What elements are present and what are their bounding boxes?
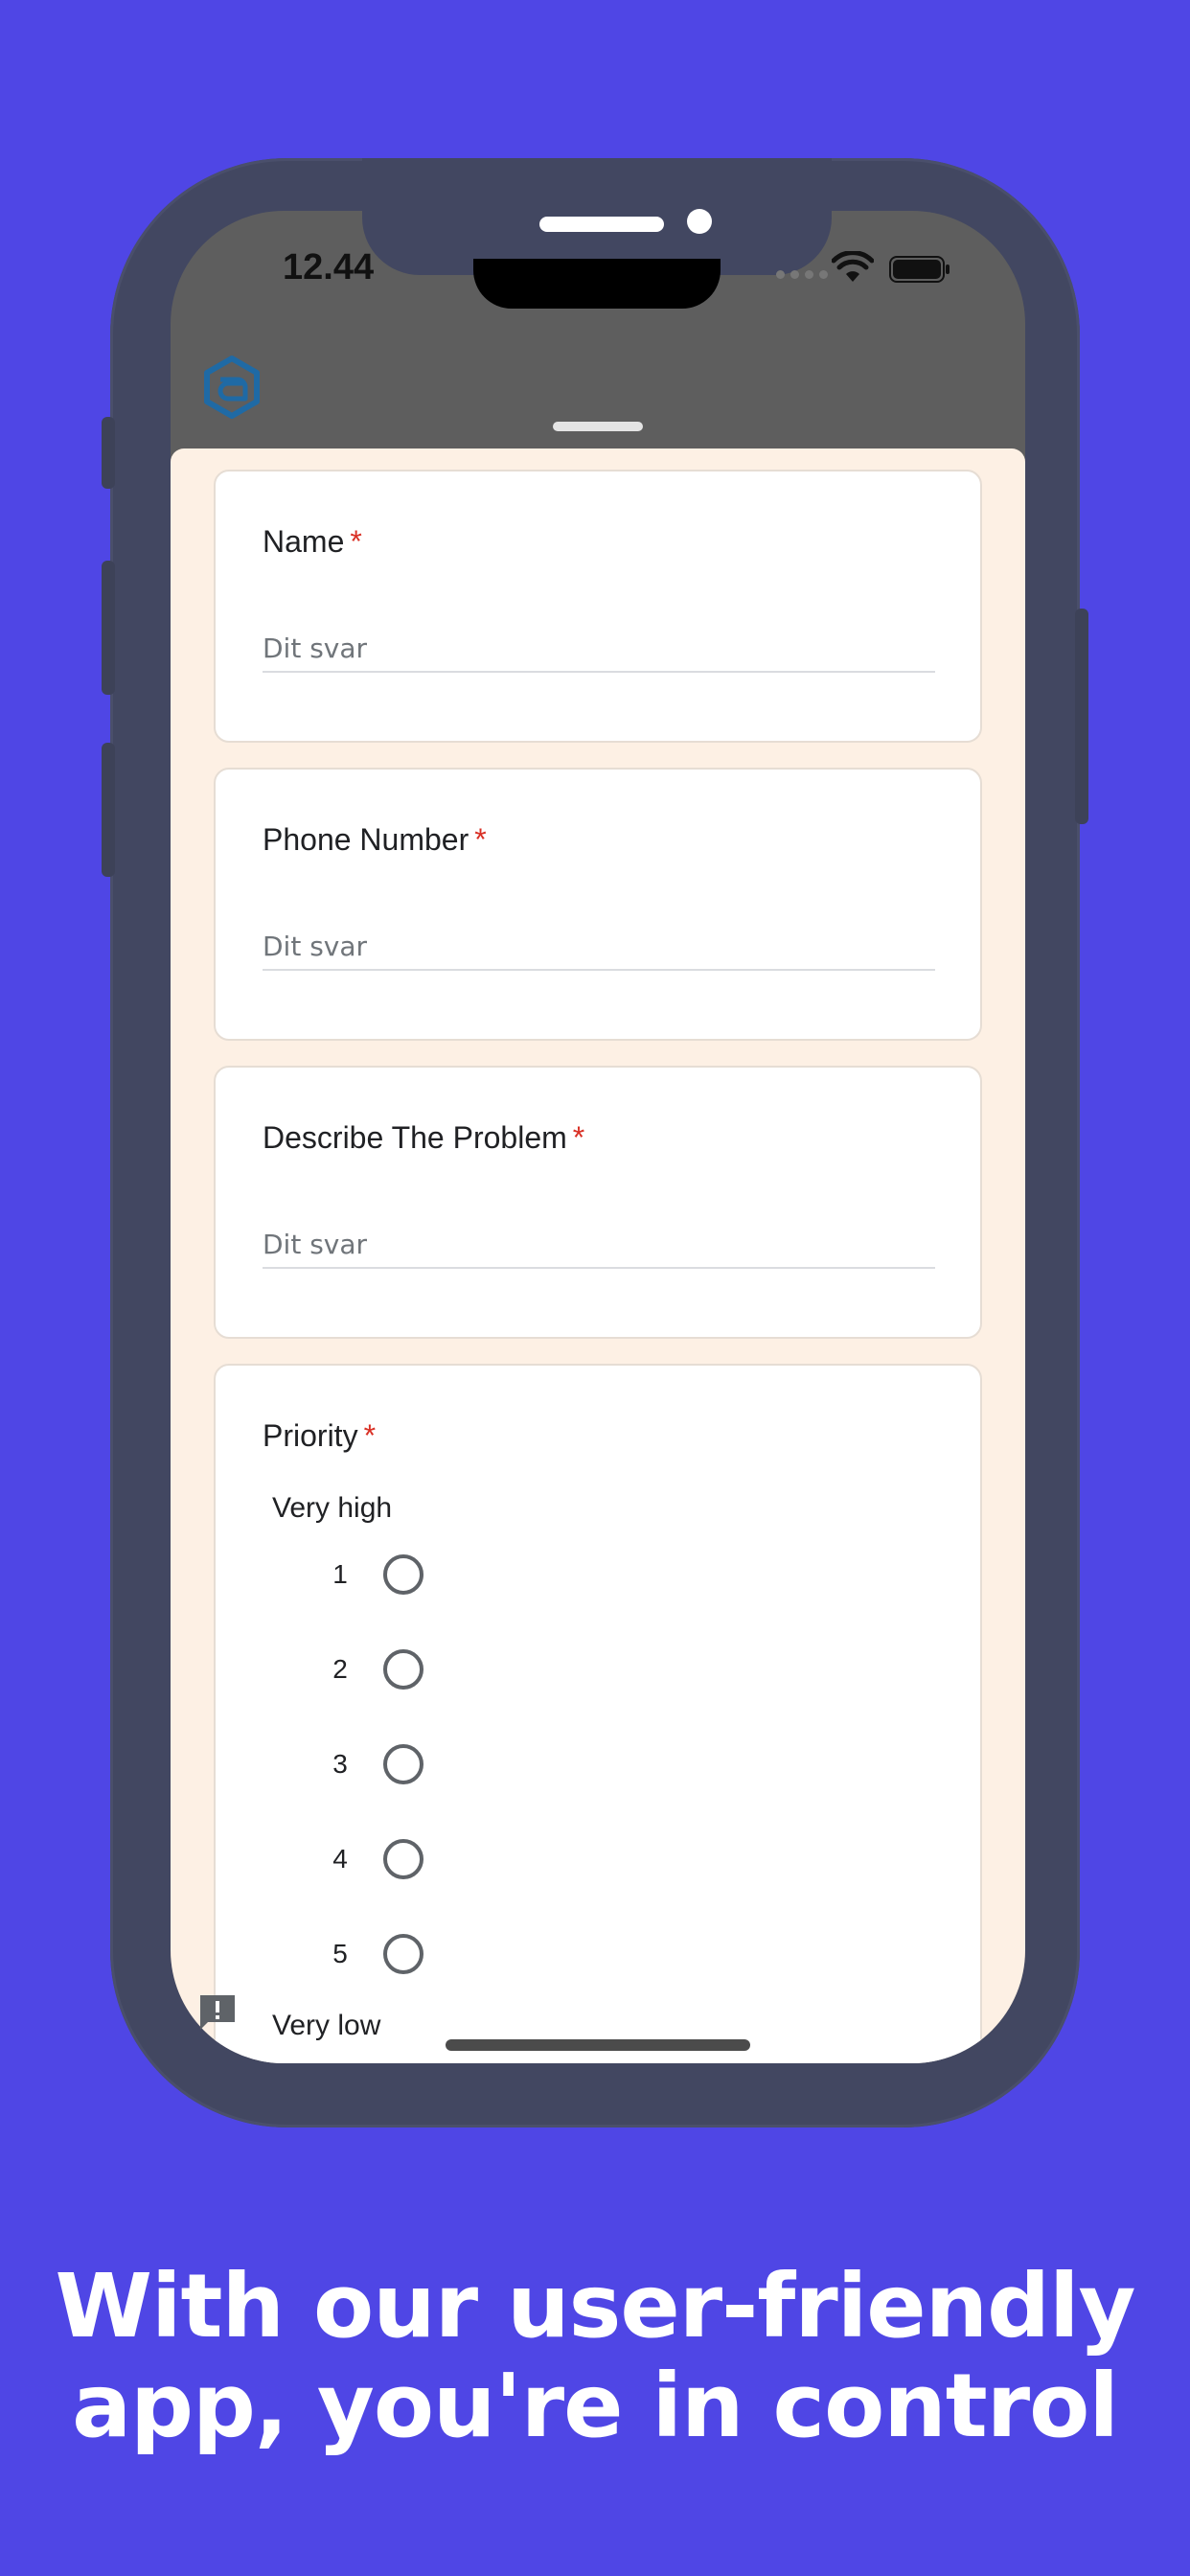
radio-button-5[interactable] (383, 1934, 423, 1974)
option-number: 3 (332, 1749, 348, 1779)
question-card-priority: Priority * Very high 1 2 3 4 5 Very low (214, 1364, 982, 2063)
required-mark: * (350, 524, 362, 559)
question-label: Priority * (263, 1418, 377, 1453)
name-input[interactable] (263, 625, 935, 673)
option-number: 5 (332, 1939, 348, 1968)
earpiece-speaker (539, 217, 664, 232)
question-card-problem: Describe The Problem * (214, 1066, 982, 1339)
priority-option[interactable]: 2 (321, 1648, 423, 1690)
phone-power-button (1075, 609, 1088, 824)
notch (473, 259, 721, 309)
status-time: 12.44 (283, 247, 375, 288)
feedback-icon[interactable] (196, 1991, 239, 2034)
phone-volume-up (102, 561, 115, 695)
tagline-line-1: With our user-friendly (55, 2255, 1135, 2358)
form-sheet: Name* Phone Number* Describe The Problem… (171, 448, 1025, 2063)
phone-input[interactable] (263, 923, 935, 971)
priority-option[interactable]: 1 (321, 1553, 423, 1596)
home-indicator[interactable] (446, 2039, 750, 2051)
question-card-phone: Phone Number * (214, 768, 982, 1041)
required-mark: * (363, 1418, 377, 1453)
battery-icon (889, 256, 950, 283)
priority-option[interactable]: 4 (321, 1838, 423, 1880)
question-label: Describe The Problem * (263, 1120, 585, 1155)
priority-option[interactable]: 3 (321, 1743, 423, 1785)
radio-button-2[interactable] (383, 1649, 423, 1690)
radio-button-4[interactable] (383, 1839, 423, 1879)
radio-button-3[interactable] (383, 1744, 423, 1784)
radio-button-1[interactable] (383, 1554, 423, 1595)
problem-input[interactable] (263, 1221, 935, 1269)
signal-icon (776, 270, 828, 279)
required-mark: * (572, 1120, 585, 1155)
priority-option[interactable]: 5 (321, 1933, 423, 1975)
marketing-tagline: With our user-friendly app, you're in co… (0, 2257, 1190, 2456)
required-mark: * (474, 822, 487, 857)
app-logo-icon (204, 356, 260, 419)
sheet-handle[interactable] (553, 422, 643, 431)
question-label: Phone Number * (263, 822, 487, 857)
phone-mute-switch (102, 417, 115, 489)
option-number: 4 (332, 1844, 348, 1874)
option-number: 2 (332, 1654, 348, 1684)
phone-volume-down (102, 743, 115, 877)
tagline-line-2: app, you're in control (72, 2355, 1119, 2457)
option-number: 1 (332, 1559, 348, 1589)
scale-top-label: Very high (272, 1492, 393, 1524)
scale-bottom-label: Very low (272, 2010, 381, 2041)
question-label: Name * (263, 524, 362, 559)
wifi-icon (832, 251, 874, 282)
front-camera (687, 209, 712, 234)
question-card-name: Name * (214, 470, 982, 743)
